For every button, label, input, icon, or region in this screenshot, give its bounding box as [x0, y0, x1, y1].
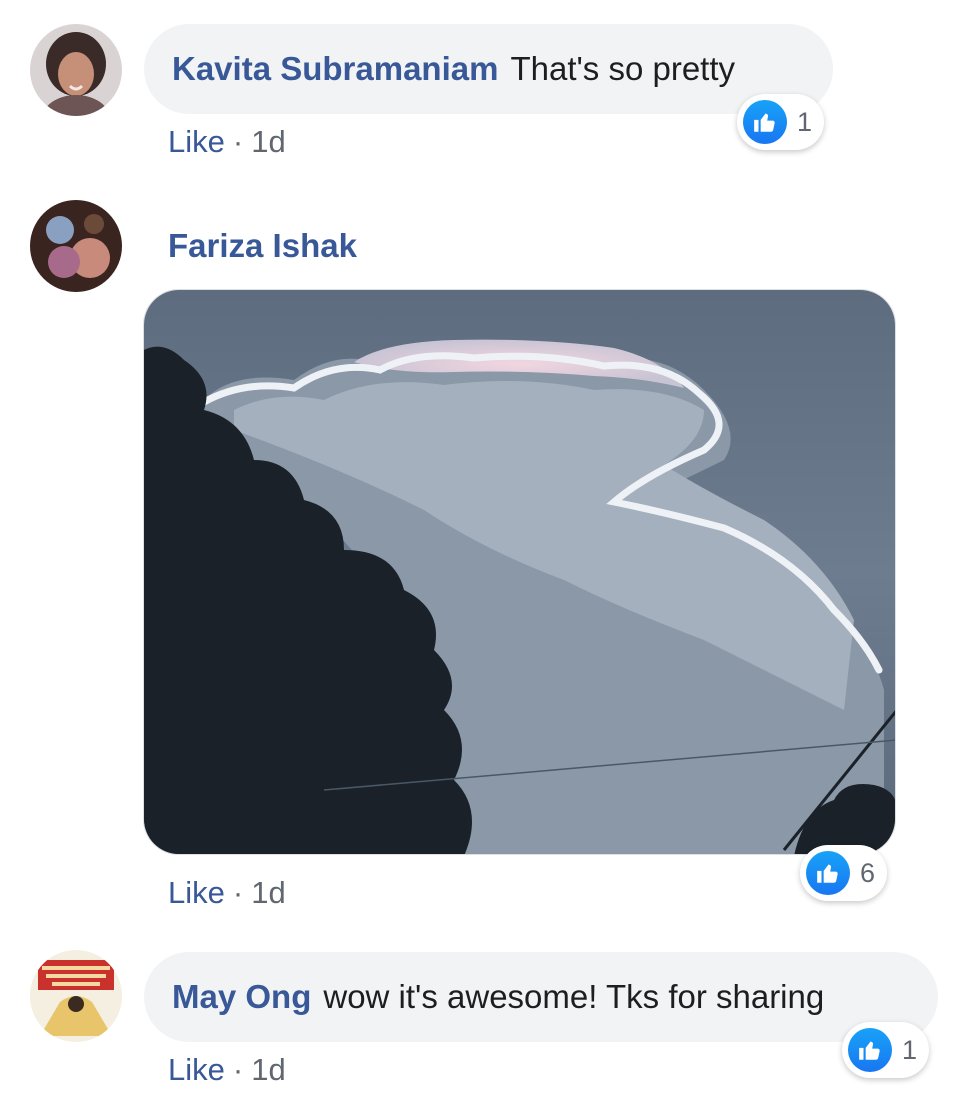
- comment-text: wow it's awesome! Tks for sharing: [323, 978, 825, 1015]
- avatar-photo-fariza: [30, 200, 122, 292]
- separator: ·: [232, 124, 244, 159]
- photo-clouds-and-tree: [144, 290, 895, 854]
- timestamp[interactable]: 1d: [251, 875, 285, 910]
- reaction-count[interactable]: 1: [842, 1022, 930, 1078]
- reaction-count[interactable]: 6: [800, 845, 888, 901]
- thumbs-up-icon: [743, 100, 787, 144]
- avatar[interactable]: [30, 200, 122, 292]
- thumbs-up-icon: [806, 851, 850, 895]
- reaction-count-value: 1: [797, 106, 813, 137]
- thumbs-up-icon: [848, 1028, 892, 1072]
- comment-meta: Like · 1d: [168, 1052, 286, 1088]
- comment-text: That's so pretty: [510, 50, 736, 87]
- reaction-count-value: 6: [860, 857, 876, 888]
- comment-author[interactable]: Kavita Subramaniam: [172, 49, 498, 89]
- avatar-photo-kavita: [30, 24, 122, 116]
- like-link[interactable]: Like: [168, 1052, 225, 1087]
- like-link[interactable]: Like: [168, 124, 225, 159]
- avatar[interactable]: [30, 24, 122, 116]
- reaction-count-value: 1: [902, 1034, 918, 1065]
- like-link[interactable]: Like: [168, 875, 225, 910]
- comment-author[interactable]: Fariza Ishak: [168, 226, 357, 266]
- comment-photo[interactable]: [143, 289, 896, 855]
- comment-bubble: May Ong wow it's awesome! Tks for sharin…: [144, 952, 938, 1042]
- separator: ·: [232, 1052, 244, 1087]
- reaction-count[interactable]: 1: [737, 94, 825, 150]
- comment-author[interactable]: May Ong: [172, 977, 311, 1017]
- timestamp[interactable]: 1d: [251, 1052, 285, 1087]
- separator: ·: [232, 875, 244, 910]
- avatar[interactable]: [30, 950, 122, 1042]
- comment-meta: Like · 1d: [168, 875, 286, 911]
- avatar-photo-may: [30, 950, 122, 1042]
- comment-bubble: Kavita Subramaniam That's so pretty: [144, 24, 833, 114]
- comment-meta: Like · 1d: [168, 124, 286, 160]
- timestamp[interactable]: 1d: [251, 124, 285, 159]
